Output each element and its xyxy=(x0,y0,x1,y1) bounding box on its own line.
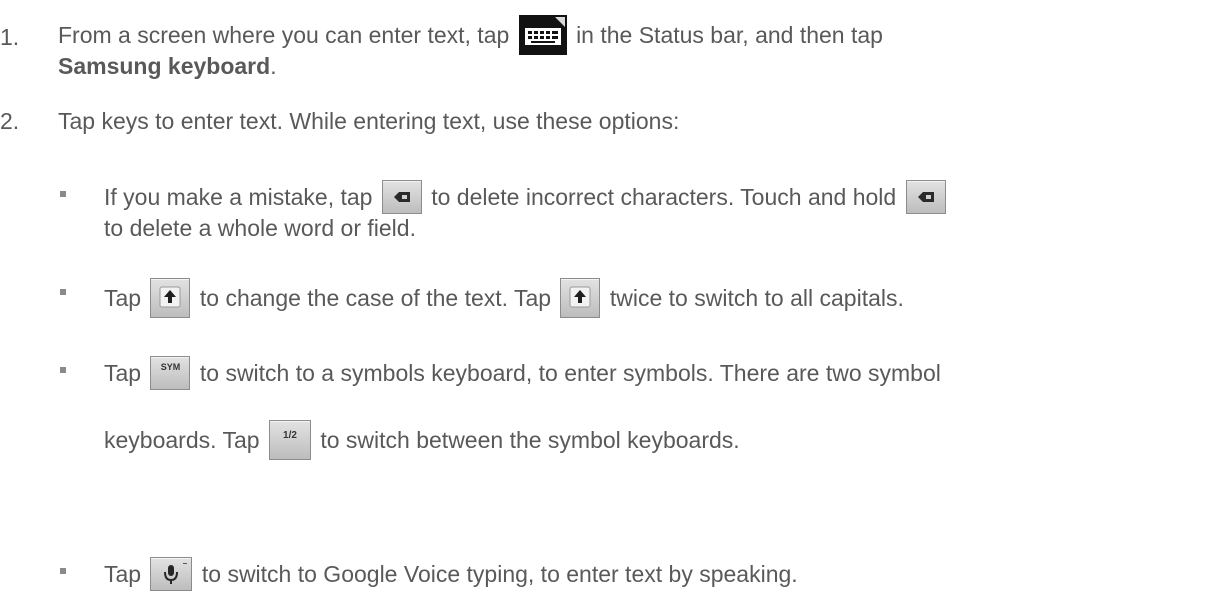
bullet-4-line: Tap to switch to Google Voice typing, to… xyxy=(104,557,798,591)
bullet-2-text-a: Tap xyxy=(104,285,142,311)
bullet-3-text-d: to switch between the symbol keyboards. xyxy=(320,427,740,453)
bullet-marker xyxy=(60,191,66,197)
step-2-number: 2. xyxy=(0,108,20,134)
sym-key-label: SYM xyxy=(160,362,181,372)
shift-key-icon xyxy=(150,278,191,318)
symbol-page-key-label: 1/2 xyxy=(283,430,297,441)
keyboard-icon xyxy=(518,15,567,55)
bullet-3-line-1: Tap SYM to switch to a symbols keyboard,… xyxy=(104,356,941,390)
bullet-marker xyxy=(60,568,66,574)
step-1-text-after: in the Status bar, and then tap xyxy=(576,22,883,48)
bullet-3-text-a: Tap xyxy=(104,360,142,386)
step-2-text: Tap keys to enter text. While entering t… xyxy=(58,108,680,134)
bullet-4-text-b: to switch to Google Voice typing, to ent… xyxy=(201,561,798,587)
bullet-4-text-a: Tap xyxy=(104,561,142,587)
step-1-end: . xyxy=(270,52,277,79)
voice-input-key-icon xyxy=(150,557,193,591)
bullet-1-text-c: to delete a whole word or field. xyxy=(104,215,416,241)
bullet-1-line-1: If you make a mistake, tap to delete inc… xyxy=(104,180,949,214)
delete-key-icon xyxy=(905,180,946,214)
bullet-1-text-a: If you make a mistake, tap xyxy=(104,184,373,210)
step-1-line-2: Samsung keyboard. xyxy=(58,50,277,80)
bullet-2-line: Tap to change the case of the text. Tap … xyxy=(104,278,904,318)
symbol-page-key-icon: 1/2 xyxy=(268,420,311,460)
step-1-line-1: From a screen where you can enter text, … xyxy=(58,15,883,55)
step-1-text-before: From a screen where you can enter text, … xyxy=(58,22,510,48)
bullet-marker xyxy=(60,367,66,373)
bullet-2-text-c: twice to switch to all capitals. xyxy=(609,285,904,311)
step-1-number: 1. xyxy=(0,24,20,50)
bullet-1-text-b: to delete incorrect characters. Touch an… xyxy=(431,184,897,210)
delete-key-icon xyxy=(381,180,422,214)
bullet-marker xyxy=(60,289,66,295)
bullet-3-text-c: keyboards. Tap xyxy=(104,427,260,453)
samsung-keyboard-label: Samsung keyboard xyxy=(58,52,271,79)
bullet-2-text-b: to change the case of the text. Tap xyxy=(199,285,552,311)
sym-key-icon: SYM xyxy=(150,356,191,390)
bullet-3-line-2: keyboards. Tap 1/2 to switch between the… xyxy=(104,420,740,460)
shift-key-icon xyxy=(560,278,601,318)
bullet-3-text-b: to switch to a symbols keyboard, to ente… xyxy=(199,360,941,386)
